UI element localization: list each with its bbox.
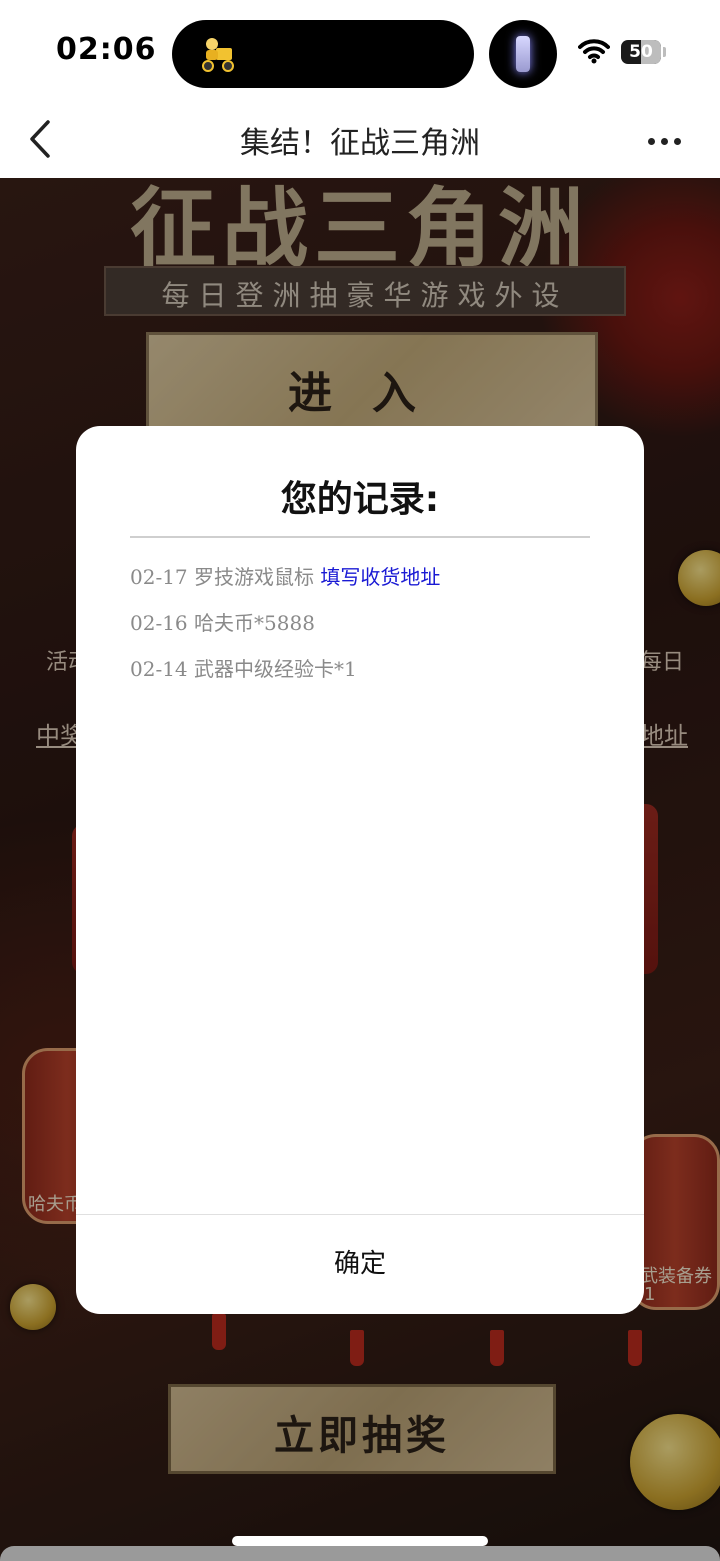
battery-percent: 50 — [629, 42, 653, 62]
record-date: 02-14 — [130, 657, 188, 681]
flashlight-icon — [516, 36, 530, 72]
fill-address-link[interactable]: 填写收货地址 — [320, 565, 440, 589]
list-item: 02-14 武器中级经验卡*1 — [130, 652, 600, 698]
battery-cap — [663, 47, 666, 57]
more-options-icon[interactable] — [648, 130, 692, 150]
wifi-icon — [578, 39, 610, 64]
dynamic-island — [172, 20, 474, 88]
delivery-rider-icon — [202, 38, 234, 72]
record-prize: 武器中级经验卡*1 — [194, 657, 357, 681]
flashlight-indicator — [489, 20, 557, 88]
record-date: 02-16 — [130, 611, 188, 635]
bottom-bar — [0, 1546, 720, 1561]
nav-bar: 集结！征战三角洲 — [0, 100, 720, 178]
list-item: 02-16 哈夫币*5888 — [130, 606, 600, 652]
home-indicator[interactable] — [232, 1536, 488, 1546]
battery-icon: 50 — [621, 40, 661, 64]
record-date: 02-17 — [130, 565, 188, 589]
dialog-divider — [130, 536, 590, 538]
record-prize: 罗技游戏鼠标 — [194, 565, 315, 589]
records-list: 02-17 罗技游戏鼠标 填写收货地址 02-16 哈夫币*5888 02-14… — [130, 560, 600, 698]
record-prize: 哈夫币*5888 — [194, 611, 315, 635]
page-title: 集结！征战三角洲 — [240, 126, 480, 161]
confirm-button[interactable]: 确定 — [76, 1215, 644, 1314]
status-bar: 02:06 50 — [0, 0, 720, 100]
status-time: 02:06 — [56, 32, 157, 67]
dialog-title: 您的记录: — [280, 479, 440, 520]
list-item: 02-17 罗技游戏鼠标 填写收货地址 — [130, 560, 600, 606]
records-dialog: 您的记录: 02-17 罗技游戏鼠标 填写收货地址 02-16 哈夫币*5888… — [76, 426, 644, 1314]
